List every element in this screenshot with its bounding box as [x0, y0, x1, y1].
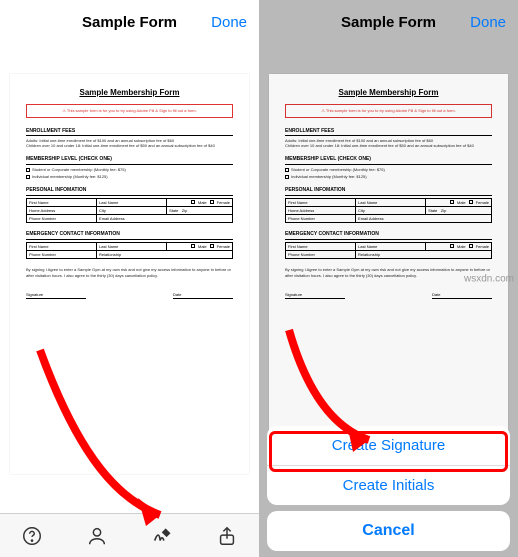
help-icon[interactable]: [21, 525, 43, 547]
nav-header: Sample Form Done: [0, 0, 259, 44]
sign-icon[interactable]: [151, 525, 173, 547]
action-sheet: Create Signature Create Initials Cancel: [267, 426, 510, 551]
form-document[interactable]: Sample Membership Form This sample form …: [10, 74, 249, 474]
page-title: Sample Form: [82, 14, 177, 31]
section-membership: MEMBERSHIP LEVEL (CHECK ONE): [26, 156, 233, 165]
enroll-line: Children over 10 and under 18: Initial o…: [26, 143, 233, 148]
section-emergency: EMERGENCY CONTACT INFORMATION: [26, 231, 233, 240]
signature-row: Signature Date: [26, 292, 233, 298]
bottom-toolbar: [0, 513, 259, 557]
section-personal: PERSONAL INFOMATION: [26, 187, 233, 196]
cancel-button[interactable]: Cancel: [267, 511, 510, 551]
create-initials-button[interactable]: Create Initials: [267, 465, 510, 505]
share-icon[interactable]: [216, 525, 238, 547]
sample-alert: This sample form is for you to try using…: [26, 104, 233, 117]
checkbox-icon: [26, 168, 30, 172]
nav-header: Sample Form Done: [259, 0, 518, 44]
checkbox-option[interactable]: Student or Corporate membership (Monthly…: [26, 167, 233, 172]
checkbox-option[interactable]: Individual membership (Monthly fee: $125…: [26, 174, 233, 179]
done-button[interactable]: Done: [211, 14, 247, 31]
section-enrollment: ENROLLMENT FEES: [26, 128, 233, 137]
watermark: wsxdn.com: [464, 273, 514, 284]
screenshot-left: Sample Form Done Sample Membership Form …: [0, 0, 259, 557]
profile-icon[interactable]: [86, 525, 108, 547]
form-title: Sample Membership Form: [26, 88, 233, 98]
create-signature-button[interactable]: Create Signature: [267, 426, 510, 465]
page-title: Sample Form: [341, 14, 436, 31]
emergency-table[interactable]: First Name Last Name MaleFemale Phone Nu…: [26, 242, 233, 259]
agreement-text: By signing I Agree to enter a Sample Gym…: [26, 267, 233, 278]
personal-table[interactable]: First Name Last Name MaleFemale Home Add…: [26, 198, 233, 224]
done-button[interactable]: Done: [470, 14, 506, 31]
checkbox-icon: [26, 175, 30, 179]
